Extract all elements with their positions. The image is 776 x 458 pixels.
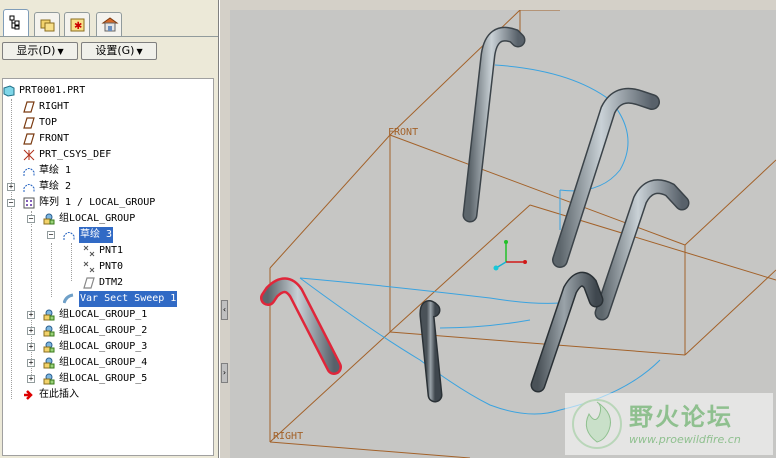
svg-text:✱: ✱ (74, 21, 82, 32)
tab-connections[interactable] (96, 12, 122, 36)
pattern-icon (23, 197, 35, 209)
show-label: 显示(D) (16, 44, 56, 57)
tree-item-label: RIGHT (39, 101, 70, 112)
tree-item-label: 草绘 2 (39, 181, 72, 192)
expand-right-arrow-icon[interactable]: › (221, 363, 228, 383)
sketch-icon (63, 232, 75, 240)
datum-point-icon (83, 245, 95, 257)
collapse-left-arrow-icon[interactable]: ‹ (221, 300, 228, 320)
flame-logo-icon (572, 399, 622, 449)
tree-item-label: DTM2 (99, 277, 124, 288)
group-icon (43, 357, 55, 369)
tree-item-label: PNT1 (99, 245, 124, 256)
tree-item-label: Var Sect Sweep 1 (79, 291, 178, 307)
tree-item-label: 草绘 3 (79, 227, 114, 243)
chevron-down-icon: ▼ (57, 47, 64, 56)
model-tree: PRT0001.PRT RIGHT TOP FRONT PRT_CSYS_DEF… (2, 78, 214, 456)
model-tree-panel: ✱ 显示(D) ▼ 设置(G) ▼ PRT0001.PRT RIGHT TOP … (0, 0, 219, 458)
tab-model-tree[interactable] (3, 9, 29, 37)
datum-plane-icon (23, 117, 35, 129)
group-icon (43, 373, 55, 385)
tree-item-label: 组LOCAL_GROUP_1 (59, 309, 148, 320)
forum-watermark: 野火论坛 www.proewildfire.cn (565, 393, 773, 455)
expand-toggle[interactable]: + (27, 327, 35, 335)
expand-toggle[interactable]: + (27, 375, 35, 383)
connections-icon (101, 17, 119, 32)
sweep-icon (63, 293, 74, 304)
tree-root-label: PRT0001.PRT (19, 85, 86, 96)
group-icon (43, 309, 55, 321)
model-tree-icon (9, 15, 20, 30)
group-icon (43, 341, 55, 353)
datum-plane-icon (23, 133, 35, 145)
collapse-toggle[interactable]: − (27, 215, 35, 223)
part-icon (3, 85, 15, 97)
sketch-icon (23, 184, 35, 192)
graphics-viewport[interactable]: FRONT RIGHT (230, 10, 776, 458)
tab-favorites[interactable]: ✱ (64, 12, 90, 36)
expand-toggle[interactable]: + (7, 183, 15, 191)
favorites-icon: ✱ (70, 18, 85, 32)
group-icon (43, 325, 55, 337)
tree-item-label: 组LOCAL_GROUP_2 (59, 325, 148, 336)
collapse-toggle[interactable]: − (7, 199, 15, 207)
expand-toggle[interactable]: + (27, 343, 35, 351)
navigator-tabs: ✱ (0, 0, 218, 40)
tree-item-label: PNT0 (99, 261, 124, 272)
settings-label: 设置(G) (95, 44, 135, 57)
csys-triad (493, 240, 527, 271)
swept-tubes (260, 26, 690, 403)
tab-folder-browser[interactable] (34, 12, 60, 36)
tree-item-label: 组LOCAL_GROUP_3 (59, 341, 148, 352)
insert-here-arrow-icon (24, 390, 33, 400)
tree-item-label: 组LOCAL_GROUP_5 (59, 373, 148, 384)
right-plane-label: RIGHT (273, 431, 303, 442)
model-3d-view[interactable]: FRONT RIGHT (230, 10, 776, 458)
tree-item-label: FRONT (39, 133, 70, 144)
datum-point-icon (83, 261, 95, 273)
sketch-icon (23, 168, 35, 176)
tree-item-label: TOP (39, 117, 58, 128)
group-icon (43, 213, 55, 225)
tree-item-label: 组LOCAL_GROUP_4 (59, 357, 148, 368)
expand-toggle[interactable]: + (27, 311, 35, 319)
show-dropdown-button[interactable]: 显示(D) ▼ (2, 42, 78, 60)
watermark-title: 野火论坛 (629, 403, 733, 431)
tree-item-label: 阵列 1 / LOCAL_GROUP (39, 197, 156, 208)
csys-icon (23, 149, 35, 161)
datum-planes (269, 10, 776, 458)
datum-plane-icon (83, 277, 95, 289)
folder-browser-icon (40, 19, 55, 32)
watermark-url: www.proewildfire.cn (629, 433, 741, 446)
tree-item-label: 草绘 1 (39, 165, 72, 176)
tree-item-label: PRT_CSYS_DEF (39, 149, 112, 160)
datum-plane-icon (23, 101, 35, 113)
tree-toolbar: 显示(D) ▼ 设置(G) ▼ (0, 40, 218, 62)
panel-splitter[interactable]: ‹ › (219, 0, 230, 458)
tree-item-label: 组LOCAL_GROUP (59, 213, 136, 224)
collapse-toggle[interactable]: − (47, 231, 55, 239)
front-plane-label: FRONT (388, 127, 418, 138)
expand-toggle[interactable]: + (27, 359, 35, 367)
tree-item-label: 在此插入 (39, 389, 79, 400)
settings-dropdown-button[interactable]: 设置(G) ▼ (81, 42, 157, 60)
chevron-down-icon: ▼ (136, 47, 143, 56)
